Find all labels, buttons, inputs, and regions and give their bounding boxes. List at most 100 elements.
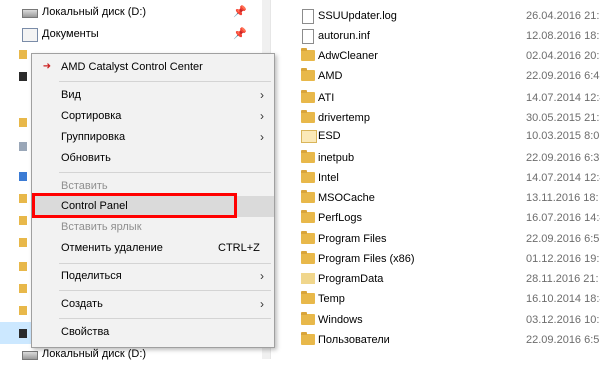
folder-icon (301, 90, 315, 103)
pin-icon[interactable]: 📌 (233, 1, 247, 23)
file-date: 26.04.2016 21:1 (526, 10, 600, 22)
file-name: ProgramData (318, 273, 384, 285)
menu-item-group[interactable]: Группировка › (32, 127, 274, 148)
folder-icon (301, 170, 315, 183)
folder-icon (301, 110, 315, 123)
file-row[interactable]: MSOCache 13.11.2016 18: (271, 187, 600, 209)
folder-icon (301, 68, 315, 81)
folder-icon (301, 150, 315, 163)
submenu-arrow-icon: › (260, 297, 264, 311)
submenu-arrow-icon: › (260, 109, 264, 123)
file-date: 10.03.2015 8:06 (526, 130, 600, 142)
menu-separator (59, 172, 271, 173)
file-row[interactable]: Пользователи 22.09.2016 6:51 (271, 329, 600, 351)
menu-item-paste-shortcut: Вставить ярлык (32, 217, 274, 238)
amd-icon: ➜ (42, 61, 52, 72)
file-row[interactable]: SSUUpdater.log 26.04.2016 21:1 (271, 5, 600, 27)
menu-item-undo-delete[interactable]: Отменить удаление CTRL+Z (32, 238, 274, 259)
menu-item-label: Создать (61, 298, 103, 310)
file-date: 16.10.2014 18:4 (526, 293, 600, 305)
nav-item-documents[interactable]: Документы 📌 (0, 23, 262, 45)
menu-item-label: Вставить ярлык (61, 221, 142, 233)
menu-separator (59, 263, 271, 264)
folder-icon (19, 284, 27, 293)
menu-separator (59, 290, 271, 291)
drive-icon (19, 329, 27, 338)
menu-item-view[interactable]: Вид › (32, 85, 274, 106)
file-date: 22.09.2016 6:48 (526, 70, 600, 82)
highlight-annotation-box (32, 193, 237, 218)
file-date: 12.08.2016 18:1 (526, 30, 600, 42)
nav-item-label: Документы (42, 28, 99, 40)
file-name: autorun.inf (318, 30, 370, 42)
file-row[interactable]: Program Files (x86) 01.12.2016 19:1 (271, 248, 600, 270)
file-name: ESD (318, 130, 341, 142)
file-date: 14.07.2014 12:4 (526, 92, 600, 104)
folder-icon (301, 210, 315, 223)
menu-item-properties[interactable]: Свойства (32, 322, 274, 343)
file-row[interactable]: ESD 10.03.2015 8:06 (271, 125, 600, 147)
file-name: AdwCleaner (318, 50, 378, 62)
file-row[interactable]: AMD 22.09.2016 6:48 (271, 65, 600, 87)
file-date: 16.07.2016 14:4 (526, 212, 600, 224)
file-date: 02.04.2016 20:5 (526, 50, 600, 62)
file-row[interactable]: Windows 03.12.2016 10: (271, 309, 600, 331)
menu-item-label: Свойства (61, 326, 110, 338)
menu-item-label: Обновить (61, 152, 111, 164)
file-date: 13.11.2016 18: (526, 192, 599, 204)
menu-item-share[interactable]: Поделиться › (32, 266, 274, 287)
menu-item-label: AMD Catalyst Control Center (61, 61, 203, 73)
file-name: Program Files (318, 233, 387, 245)
computer-icon (19, 172, 27, 181)
menu-item-label: Отменить удаление (61, 242, 163, 254)
file-row[interactable]: Program Files 22.09.2016 6:51 (271, 228, 600, 250)
file-list: SSUUpdater.log 26.04.2016 21:1 autorun.i… (271, 0, 600, 359)
file-row[interactable]: inetpub 22.09.2016 6:37 (271, 147, 600, 169)
file-date: 22.09.2016 6:37 (526, 152, 600, 164)
file-row[interactable]: AdwCleaner 02.04.2016 20:5 (271, 45, 600, 67)
file-date: 03.12.2016 10: (526, 314, 600, 326)
menu-separator (59, 318, 271, 319)
file-row[interactable]: Intel 14.07.2014 12:4 (271, 167, 600, 189)
folder-icon (19, 216, 27, 225)
nav-item-local-disk-d[interactable]: Локальный диск (D:) 📌 (0, 1, 262, 23)
context-menu: ➜ AMD Catalyst Control Center Вид › Сорт… (31, 53, 275, 348)
file-date: 22.09.2016 6:51 (526, 233, 600, 245)
folder-icon (19, 306, 27, 315)
folder-icon (301, 273, 315, 284)
file-date: 22.09.2016 6:51 (526, 334, 600, 346)
file-name: MSOCache (318, 192, 375, 204)
folder-icon (19, 238, 27, 247)
file-name: ATI (318, 92, 335, 104)
menu-item-amd-catalyst[interactable]: ➜ AMD Catalyst Control Center (32, 57, 274, 78)
file-name: Intel (318, 172, 339, 184)
folder-icon (19, 194, 27, 203)
file-row[interactable]: autorun.inf 12.08.2016 18:1 (271, 25, 600, 47)
file-name: PerfLogs (318, 212, 363, 224)
folder-icon (19, 72, 27, 81)
folder-icon (301, 231, 315, 244)
file-name: Windows (318, 314, 363, 326)
network-icon (19, 142, 27, 151)
menu-separator (59, 81, 271, 82)
menu-item-create[interactable]: Создать › (32, 294, 274, 315)
folder-icon (19, 50, 27, 59)
file-row[interactable]: ProgramData 28.11.2016 21: (271, 268, 600, 290)
menu-item-refresh[interactable]: Обновить (32, 148, 274, 169)
file-date: 28.11.2016 21: (526, 273, 599, 285)
folder-icon (301, 190, 315, 203)
submenu-arrow-icon: › (260, 130, 264, 144)
menu-item-label: Сортировка (61, 110, 122, 122)
menu-item-label: Группировка (61, 131, 126, 143)
folder-icon (301, 48, 315, 61)
file-row[interactable]: ATI 14.07.2014 12:4 (271, 87, 600, 109)
file-name: AMD (318, 70, 343, 82)
submenu-arrow-icon: › (260, 269, 264, 283)
pin-icon[interactable]: 📌 (233, 23, 247, 45)
menu-item-label: Вид (61, 89, 81, 101)
menu-item-sort[interactable]: Сортировка › (32, 106, 274, 127)
shortcut-label: CTRL+Z (218, 242, 260, 254)
file-icon (302, 29, 314, 44)
file-row[interactable]: Temp 16.10.2014 18:4 (271, 288, 600, 310)
file-row[interactable]: PerfLogs 16.07.2016 14:4 (271, 207, 600, 229)
